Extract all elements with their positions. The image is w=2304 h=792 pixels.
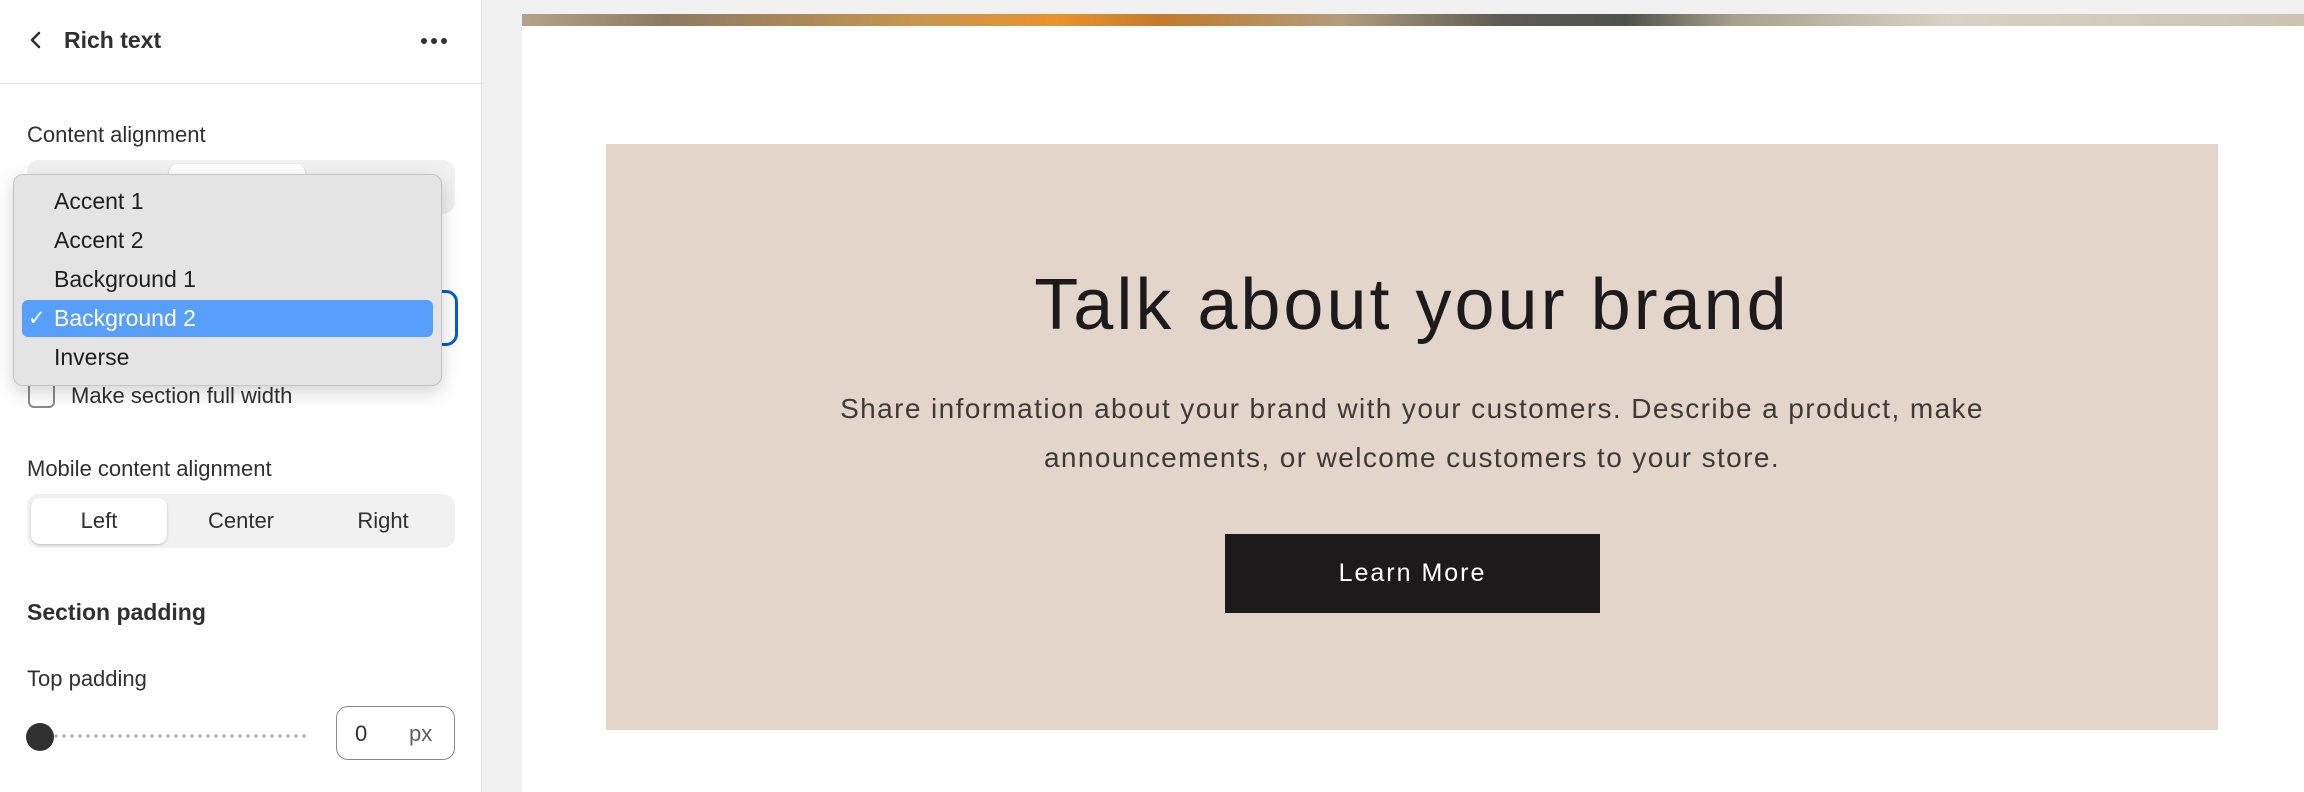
theme-preview: Talk about your brand Share information … — [522, 14, 2304, 792]
dropdown-option-inverse[interactable]: Inverse — [22, 339, 433, 376]
option-label: Inverse — [54, 344, 130, 370]
more-actions-button[interactable] — [416, 26, 452, 56]
top-padding-input[interactable]: 0 px — [336, 706, 455, 760]
mobile-alignment-control: Left Center Right — [27, 494, 455, 548]
chevron-left-icon — [28, 30, 44, 55]
dropdown-option-background-2[interactable]: ✓ Background 2 — [22, 300, 433, 337]
settings-sidebar: Rich text Content alignment Make section… — [0, 0, 482, 792]
top-padding-label: Top padding — [27, 666, 147, 691]
dropdown-option-background-1[interactable]: Background 1 — [22, 261, 433, 298]
dropdown-option-accent-1[interactable]: Accent 1 — [22, 183, 433, 220]
image-banner-edge — [522, 14, 2304, 26]
top-padding-slider-thumb[interactable] — [26, 723, 54, 751]
learn-more-button[interactable]: Learn More — [1225, 534, 1600, 613]
rich-text-section[interactable]: Talk about your brand Share information … — [606, 144, 2218, 730]
mobile-alignment-right-option[interactable]: Right — [315, 498, 451, 544]
rich-text-body: Share information about your brand with … — [840, 393, 1984, 473]
section-padding-heading: Section padding — [27, 599, 206, 625]
content-alignment-label: Content alignment — [27, 122, 206, 147]
top-padding-slider-track[interactable] — [44, 732, 310, 740]
option-label: Background 1 — [54, 266, 196, 292]
full-width-label: Make section full width — [71, 383, 293, 408]
mobile-alignment-center-option[interactable]: Center — [173, 498, 309, 544]
option-label: Background 2 — [54, 305, 196, 331]
back-button[interactable] — [22, 28, 50, 56]
color-scheme-dropdown: Accent 1 Accent 2 Background 1 ✓ Backgro… — [13, 174, 442, 386]
rich-text-heading: Talk about your brand — [1034, 265, 1790, 345]
checkmark-icon: ✓ — [28, 306, 46, 330]
mobile-alignment-label: Mobile content alignment — [27, 456, 272, 481]
top-padding-value: 0 — [355, 721, 368, 746]
sidebar-title: Rich text — [64, 27, 162, 53]
sidebar-header: Rich text — [0, 0, 481, 84]
more-horizontal-icon — [420, 32, 448, 50]
dropdown-option-accent-2[interactable]: Accent 2 — [22, 222, 433, 259]
mobile-alignment-left-option[interactable]: Left — [31, 498, 167, 544]
option-label: Accent 1 — [54, 188, 144, 214]
top-padding-unit: px — [409, 721, 433, 746]
option-label: Accent 2 — [54, 227, 144, 253]
